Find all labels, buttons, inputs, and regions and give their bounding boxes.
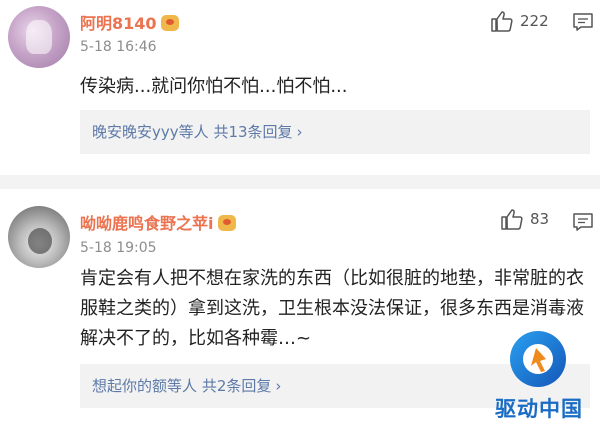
reply-others-label: 等人 bbox=[167, 377, 198, 395]
chevron-right-icon: › bbox=[275, 377, 282, 395]
comment-time: 5-18 16:46 bbox=[80, 39, 157, 55]
avatar-figure bbox=[26, 20, 52, 54]
member-badge-icon bbox=[217, 215, 236, 231]
comment-item: 阿明8140 5-18 16:46 222 传染病...就问你怕不怕...怕不怕… bbox=[0, 0, 600, 175]
avatar-figure bbox=[28, 228, 52, 254]
chevron-right-icon: › bbox=[296, 123, 303, 141]
reply-user-link[interactable]: 晚安晚安yyy bbox=[92, 123, 179, 141]
reply-user-link[interactable]: 想起你的额 bbox=[92, 377, 167, 395]
like-count: 222 bbox=[520, 12, 549, 30]
avatar[interactable] bbox=[8, 6, 70, 68]
watermark-text: 驱动中国 bbox=[495, 397, 583, 421]
like-button[interactable]: 222 bbox=[490, 10, 549, 32]
username-text[interactable]: 阿明8140 bbox=[80, 14, 157, 33]
username[interactable]: 阿明8140 bbox=[80, 10, 179, 34]
like-button[interactable]: 83 bbox=[500, 208, 549, 230]
member-badge-icon bbox=[160, 15, 179, 31]
username[interactable]: 呦呦鹿鸣食野之苹i bbox=[80, 210, 236, 234]
avatar[interactable] bbox=[8, 206, 70, 268]
reply-others-label: 等人 bbox=[178, 123, 209, 141]
reply-count-link[interactable]: 共13条回复 bbox=[213, 123, 292, 141]
reply-count-link[interactable]: 共2条回复 bbox=[202, 377, 272, 395]
like-count: 83 bbox=[530, 210, 550, 228]
reply-summary[interactable]: 晚安晚安yyy等人 共13条回复 › bbox=[80, 110, 590, 154]
thumbs-up-icon bbox=[491, 11, 513, 32]
comment-divider bbox=[0, 175, 600, 189]
watermark-logo-icon bbox=[510, 331, 566, 387]
comment-text: 传染病...就问你怕不怕...怕不怕... bbox=[80, 76, 348, 97]
comment-bubble-icon[interactable] bbox=[572, 12, 594, 32]
username-text[interactable]: 呦呦鹿鸣食野之苹i bbox=[80, 214, 214, 233]
comment-time: 5-18 19:05 bbox=[80, 240, 157, 256]
comment-bubble-icon[interactable] bbox=[572, 212, 594, 232]
thumbs-up-icon bbox=[501, 209, 523, 230]
